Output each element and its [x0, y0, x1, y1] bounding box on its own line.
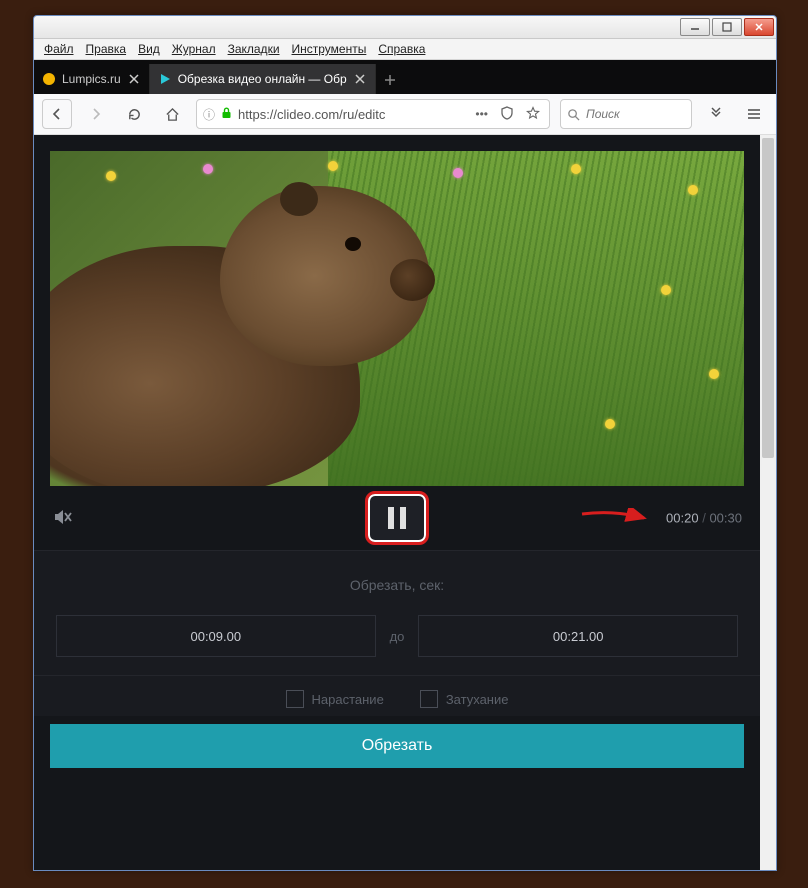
video-area	[34, 135, 760, 486]
window-titlebar	[34, 16, 776, 39]
search-input[interactable]	[584, 106, 668, 122]
trim-to-input[interactable]: 00:21.00	[418, 615, 738, 657]
new-tab-button[interactable]	[376, 66, 404, 94]
menu-tools[interactable]: Инструменты	[286, 42, 373, 56]
home-button[interactable]	[158, 100, 186, 128]
favicon-clideo-icon	[158, 72, 172, 86]
trim-section: Обрезать, сек: 00:09.00 до 00:21.00	[34, 550, 760, 676]
window-maximize-button[interactable]	[712, 18, 742, 36]
menu-bookmarks[interactable]: Закладки	[222, 42, 286, 56]
tab-close-icon[interactable]	[353, 72, 367, 86]
menu-history[interactable]: Журнал	[166, 42, 222, 56]
address-bar[interactable]: ⓘ https://clideo.com/ru/editc •••	[196, 99, 550, 129]
clideo-page: 00:20 / 00:30 Обрезать, сек: 00:09.00 до…	[34, 135, 760, 870]
shield-icon[interactable]	[497, 106, 517, 123]
fade-in-checkbox[interactable]: Нарастание	[286, 690, 384, 708]
tab-label: Lumpics.ru	[62, 72, 121, 86]
window-close-button[interactable]	[744, 18, 774, 36]
pause-icon	[388, 507, 406, 529]
reload-button[interactable]	[120, 100, 148, 128]
trim-section-label: Обрезать, сек:	[56, 577, 738, 593]
pause-button[interactable]	[365, 491, 429, 545]
annotation-arrow	[580, 508, 650, 528]
lock-icon	[221, 107, 232, 122]
browser-window: Файл Правка Вид Журнал Закладки Инструме…	[33, 15, 777, 871]
tab-label: Обрезка видео онлайн — Обр	[178, 72, 347, 86]
time-display: 00:20 / 00:30	[666, 511, 742, 526]
player-controls: 00:20 / 00:30	[34, 486, 760, 550]
menu-bar: Файл Правка Вид Журнал Закладки Инструме…	[34, 39, 776, 60]
video-preview[interactable]	[50, 151, 744, 486]
fade-in-label: Нарастание	[312, 692, 384, 707]
scrollbar-thumb[interactable]	[762, 138, 774, 458]
total-time: 00:30	[709, 511, 742, 526]
navigation-bar: ⓘ https://clideo.com/ru/editc •••	[34, 94, 776, 135]
cut-button-label: Обрезать	[362, 737, 433, 755]
overflow-button[interactable]	[702, 100, 730, 128]
trim-inputs: 00:09.00 до 00:21.00	[56, 615, 738, 657]
scrollbar-track[interactable]	[759, 135, 776, 870]
trim-to-label: до	[390, 629, 405, 644]
bookmark-star-icon[interactable]	[523, 106, 543, 123]
checkbox-box	[286, 690, 304, 708]
window-minimize-button[interactable]	[680, 18, 710, 36]
menu-edit[interactable]: Правка	[80, 42, 133, 56]
info-icon[interactable]: ⓘ	[203, 106, 215, 123]
menu-help[interactable]: Справка	[372, 42, 431, 56]
checkbox-box	[420, 690, 438, 708]
tab-strip: Lumpics.ru Обрезка видео онлайн — Обр	[34, 60, 776, 94]
hamburger-menu-button[interactable]	[740, 100, 768, 128]
page-actions-icon[interactable]: •••	[472, 107, 491, 121]
search-bar[interactable]	[560, 99, 692, 129]
url-text: https://clideo.com/ru/editc	[238, 107, 466, 122]
search-icon	[567, 108, 580, 121]
cut-button[interactable]: Обрезать	[50, 724, 744, 768]
favicon-lumpics-icon	[42, 72, 56, 86]
fade-section: Нарастание Затухание	[34, 676, 760, 716]
current-time: 00:20	[666, 511, 699, 526]
content-area: 00:20 / 00:30 Обрезать, сек: 00:09.00 до…	[34, 135, 776, 870]
menu-view[interactable]: Вид	[132, 42, 166, 56]
fade-out-checkbox[interactable]: Затухание	[420, 690, 509, 708]
forward-button[interactable]	[82, 100, 110, 128]
trim-from-input[interactable]: 00:09.00	[56, 615, 376, 657]
mute-icon[interactable]	[52, 506, 74, 531]
tab-close-icon[interactable]	[127, 72, 141, 86]
tab-clideo[interactable]: Обрезка видео онлайн — Обр	[150, 64, 376, 94]
fade-out-label: Затухание	[446, 692, 509, 707]
menu-file[interactable]: Файл	[38, 42, 80, 56]
back-button[interactable]	[42, 99, 72, 129]
tab-lumpics[interactable]: Lumpics.ru	[34, 64, 150, 94]
